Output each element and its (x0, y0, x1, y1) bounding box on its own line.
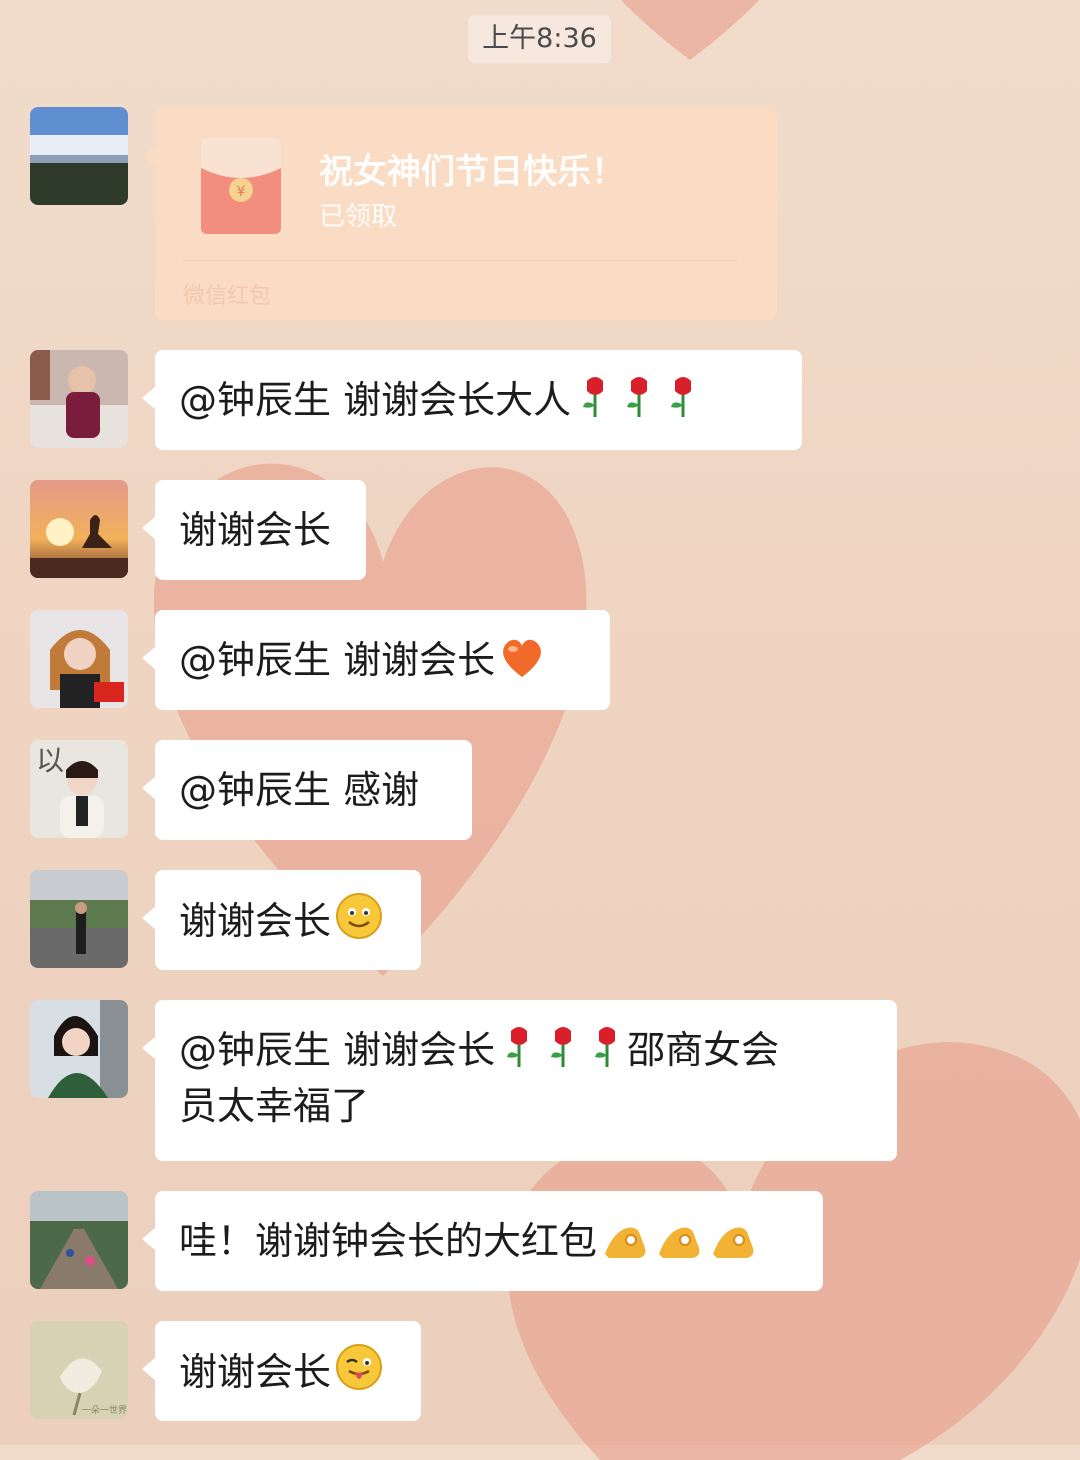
rose-icon (575, 375, 615, 419)
timestamp: 上午8:36 (468, 15, 611, 63)
message-text: @钟辰生 谢谢会长 (179, 1028, 496, 1072)
red-packet-footer: 微信红包 (183, 284, 272, 309)
message-text: 员太幸福了 (179, 1084, 370, 1128)
message-text: 谢谢会长 (179, 1350, 332, 1394)
svg-text:一朵一世界: 一朵一世界 (82, 1404, 127, 1416)
message-bubble[interactable]: 谢谢会长 (142, 1321, 421, 1421)
message-bubble[interactable]: @钟辰生 感谢 (142, 740, 472, 840)
svg-text:以: 以 (36, 744, 64, 777)
message-text: @钟辰生 感谢 (179, 768, 420, 812)
avatar-4[interactable] (30, 610, 128, 708)
message-bubble[interactable]: @钟辰生 谢谢会长 邵商女会 员太幸福了 (142, 1000, 897, 1161)
avatar-2[interactable] (30, 350, 128, 448)
orange-heart-icon (499, 637, 545, 679)
rose-icon (499, 1025, 539, 1069)
avatar-5[interactable]: 以 (30, 740, 128, 838)
message-text: 谢谢会长 (179, 508, 332, 552)
avatar-1[interactable] (30, 107, 128, 205)
ok-hand-icon (709, 1216, 759, 1260)
message-bubble[interactable]: @钟辰生 谢谢会长大人 (142, 350, 802, 450)
message-bubble[interactable]: @钟辰生 谢谢会长 (142, 610, 610, 710)
tongue-wink-icon (335, 1343, 383, 1391)
message-bubble[interactable]: 谢谢会长 (142, 870, 421, 970)
rose-icon (587, 1025, 627, 1069)
svg-text:¥: ¥ (237, 184, 246, 200)
red-packet-divider (183, 260, 737, 261)
avatar-8[interactable] (30, 1191, 128, 1289)
red-envelope-icon: ¥ (201, 138, 281, 234)
smile-face-icon (335, 892, 383, 940)
red-packet-status: 已领取 (319, 202, 398, 232)
message-text: @钟辰生 谢谢会长 (179, 638, 496, 682)
rose-icon (663, 375, 703, 419)
rose-icon (619, 375, 659, 419)
avatar-6[interactable] (30, 870, 128, 968)
ok-hand-icon (601, 1216, 651, 1260)
message-text: 邵商女会 (627, 1028, 780, 1072)
message-bubble[interactable]: 哇！谢谢钟会长的大红包 (142, 1191, 823, 1291)
red-packet-title: 祝女神们节日快乐！ (319, 152, 625, 192)
message-text: 哇！谢谢钟会长的大红包 (179, 1219, 598, 1263)
rose-icon (543, 1025, 583, 1069)
ok-hand-icon (655, 1216, 705, 1260)
avatar-3[interactable] (30, 480, 128, 578)
red-packet-card[interactable]: ¥ 祝女神们节日快乐！ 已领取 微信红包 (142, 108, 777, 320)
message-text: @钟辰生 谢谢会长大人 (179, 378, 572, 422)
message-bubble[interactable]: 谢谢会长 (142, 480, 366, 580)
avatar-9[interactable]: 一朵一世界 (30, 1321, 128, 1419)
message-text: 谢谢会长 (179, 899, 332, 943)
avatar-7[interactable] (30, 1000, 128, 1098)
